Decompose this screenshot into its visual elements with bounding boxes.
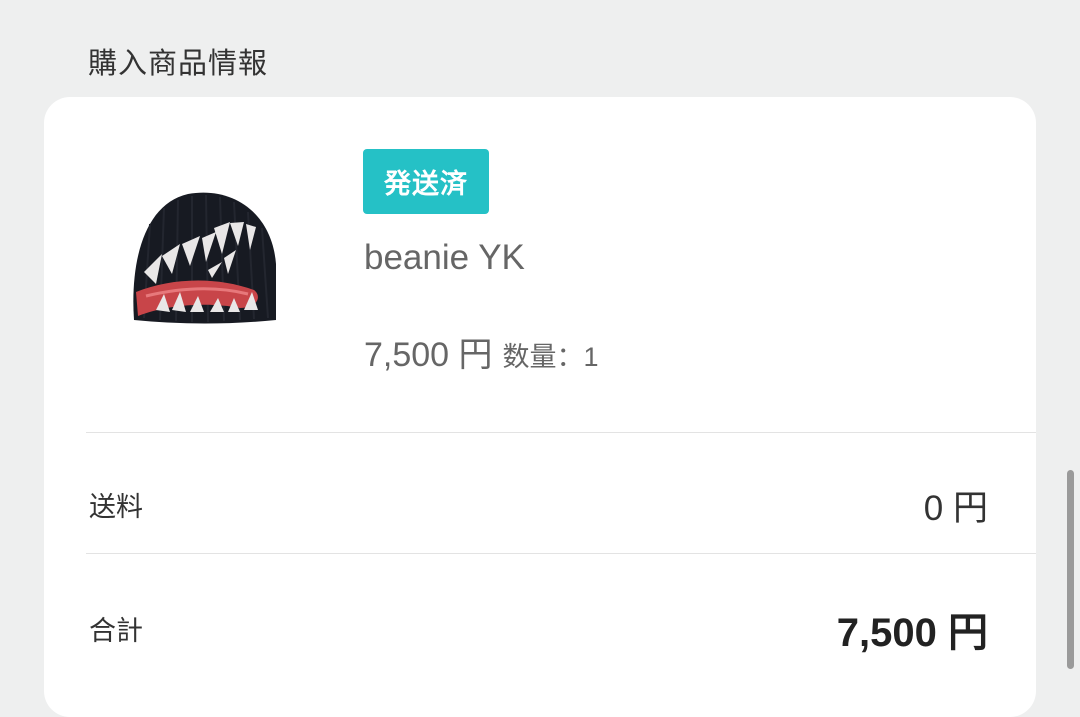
product-image[interactable] [130, 192, 280, 327]
divider [86, 553, 1036, 554]
purchase-item-card: 発送済 beanie YK 7,500 円数量：1 送料 0 円 合計 7,50… [44, 97, 1036, 717]
shipping-label: 送料 [89, 492, 143, 523]
status-badge: 発送済 [363, 149, 489, 214]
product-name[interactable]: beanie YK [364, 238, 525, 278]
product-quantity: 数量：1 [502, 342, 599, 372]
divider [86, 432, 1036, 433]
total-value: 7,500 円 [836, 611, 988, 655]
section-title: 購入商品情報 [88, 46, 269, 80]
shipping-value: 0 円 [923, 489, 988, 528]
vertical-scrollbar[interactable] [1067, 470, 1074, 669]
product-price: 7,500 円 [364, 336, 493, 374]
price-quantity-line: 7,500 円数量：1 [364, 327, 599, 376]
beanie-icon [133, 192, 276, 324]
total-label: 合計 [89, 616, 143, 647]
